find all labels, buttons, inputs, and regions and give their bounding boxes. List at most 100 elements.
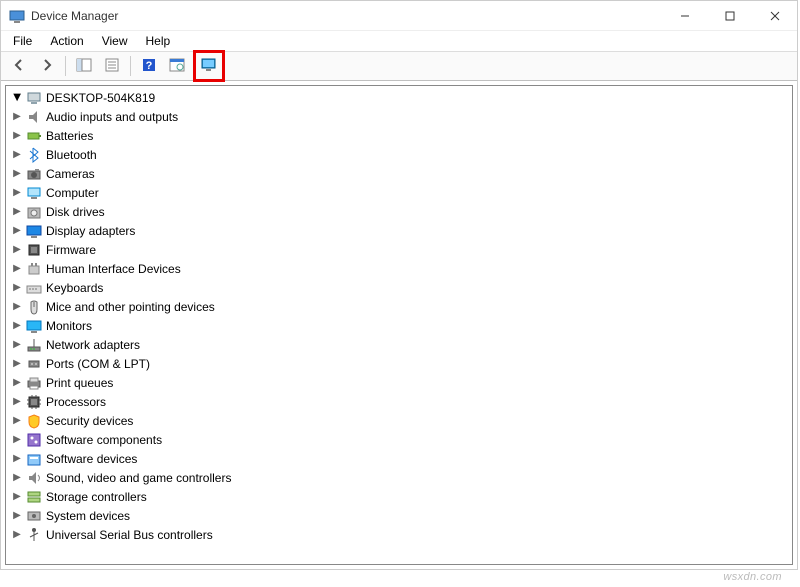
chevron-icon: ▶ <box>10 168 24 179</box>
highlighted-toolbar-item <box>193 50 225 82</box>
chevron-icon: ▶ <box>10 244 24 255</box>
toolbar: ? <box>1 51 797 81</box>
firmware-icon <box>26 242 42 258</box>
tree-node[interactable]: ▶Mice and other pointing devices <box>6 297 792 316</box>
chevron-icon: ▶ <box>10 396 24 407</box>
computer-node-icon <box>26 185 42 201</box>
tree-node[interactable]: ▶ Firmware <box>6 240 792 259</box>
window-buttons <box>662 1 797 30</box>
chevron-icon: ▶ <box>10 358 24 369</box>
swcomp-icon <box>26 432 42 448</box>
tree-node-label: Display adapters <box>46 224 135 238</box>
security-icon <box>26 413 42 429</box>
tree-node-label: Processors <box>46 395 106 409</box>
tree-node[interactable]: ▶ Ports (COM & LPT) <box>6 354 792 373</box>
chevron-icon: ▶ <box>10 434 24 445</box>
tree-node[interactable]: ▶Software components <box>6 430 792 449</box>
chevron-icon: ▶ <box>10 149 24 160</box>
tree-node[interactable]: ▶Bluetooth <box>6 145 792 164</box>
help-icon: ? <box>141 57 157 76</box>
tree-node[interactable]: ▶ Display adapters <box>6 221 792 240</box>
menubar: File Action View Help <box>1 31 797 51</box>
device-manager-window: Device Manager File Action View Help ? ▶… <box>0 0 798 570</box>
disk-icon <box>26 204 42 220</box>
properties-icon <box>104 57 120 76</box>
tree-node[interactable]: ▶System devices <box>6 506 792 525</box>
tree-node[interactable]: ▶Storage controllers <box>6 487 792 506</box>
storage-icon <box>26 489 42 505</box>
tree-node-label: Security devices <box>46 414 133 428</box>
device-tree-panel[interactable]: ▶DESKTOP-504K819▶Audio inputs and output… <box>5 85 793 565</box>
tree-node-label: Software devices <box>46 452 137 466</box>
scan-icon <box>169 57 185 76</box>
hid-icon <box>26 261 42 277</box>
chevron-icon: ▶ <box>10 529 24 540</box>
tree-node-label: Keyboards <box>46 281 103 295</box>
tree-node-label: Ports (COM & LPT) <box>46 357 150 371</box>
tree-node[interactable]: ▶ Cameras <box>6 164 792 183</box>
back-button[interactable] <box>7 54 31 78</box>
chevron-icon: ▶ <box>10 263 24 274</box>
svg-text:?: ? <box>146 60 153 72</box>
toolbar-separator <box>65 56 66 76</box>
tree-node-label: Cameras <box>46 167 95 181</box>
tree-root-label: DESKTOP-504K819 <box>46 91 155 105</box>
menu-help[interactable]: Help <box>138 32 179 50</box>
tree-node[interactable]: ▶Batteries <box>6 126 792 145</box>
chevron-icon: ▶ <box>10 282 24 293</box>
tree-node[interactable]: ▶ Keyboards <box>6 278 792 297</box>
properties-button[interactable] <box>100 54 124 78</box>
close-button[interactable] <box>752 1 797 30</box>
tree-node-label: Audio inputs and outputs <box>46 110 178 124</box>
tree-node[interactable]: ▶Sound, video and game controllers <box>6 468 792 487</box>
chevron-icon: ▶ <box>10 377 24 388</box>
tree-root-node[interactable]: ▶DESKTOP-504K819 <box>6 88 792 107</box>
tree-node[interactable]: ▶Monitors <box>6 316 792 335</box>
menu-file[interactable]: File <box>5 32 40 50</box>
device-tree: ▶DESKTOP-504K819▶Audio inputs and output… <box>6 88 792 544</box>
tree-node-label: Computer <box>46 186 99 200</box>
cpu-icon <box>26 394 42 410</box>
battery-icon <box>26 128 42 144</box>
forward-button[interactable] <box>35 54 59 78</box>
tree-node[interactable]: ▶ Computer <box>6 183 792 202</box>
arrow-left-icon <box>11 57 27 76</box>
tree-node-label: Sound, video and game controllers <box>46 471 231 485</box>
scan-hardware-button[interactable] <box>165 54 189 78</box>
computer-icon <box>26 90 42 106</box>
tree-node[interactable]: ▶Network adapters <box>6 335 792 354</box>
tree-node[interactable]: ▶Security devices <box>6 411 792 430</box>
chevron-icon: ▶ <box>10 111 24 122</box>
show-hide-tree-button[interactable] <box>72 54 96 78</box>
tree-node-label: Firmware <box>46 243 96 257</box>
menu-action[interactable]: Action <box>42 32 91 50</box>
tree-node[interactable]: ▶ Audio inputs and outputs <box>6 107 792 126</box>
watermark: wsxdn.com <box>723 571 782 583</box>
usb-icon <box>26 527 42 543</box>
chevron-icon: ▶ <box>10 130 24 141</box>
tree-node-label: Universal Serial Bus controllers <box>46 528 213 542</box>
chevron-icon: ▶ <box>10 225 24 236</box>
tree-node[interactable]: ▶ Universal Serial Bus controllers <box>6 525 792 544</box>
help-button[interactable]: ? <box>137 54 161 78</box>
tree-pane-icon <box>76 57 92 76</box>
maximize-button[interactable] <box>707 1 752 30</box>
minimize-button[interactable] <box>662 1 707 30</box>
tree-node[interactable]: ▶ Human Interface Devices <box>6 259 792 278</box>
tree-node-label: Human Interface Devices <box>46 262 181 276</box>
tree-node-label: Disk drives <box>46 205 105 219</box>
tree-node-label: System devices <box>46 509 130 523</box>
app-icon <box>9 8 25 24</box>
tree-node[interactable]: ▶Software devices <box>6 449 792 468</box>
toolbar-separator <box>130 56 131 76</box>
tree-node[interactable]: ▶ Processors <box>6 392 792 411</box>
chevron-icon: ▶ <box>10 187 24 198</box>
swdev-icon <box>26 451 42 467</box>
system-icon <box>26 508 42 524</box>
tree-node[interactable]: ▶Disk drives <box>6 202 792 221</box>
bluetooth-icon <box>26 147 42 163</box>
tree-node-label: Print queues <box>46 376 113 390</box>
tree-node[interactable]: ▶ Print queues <box>6 373 792 392</box>
add-legacy-hardware-button[interactable] <box>197 54 221 78</box>
menu-view[interactable]: View <box>94 32 136 50</box>
